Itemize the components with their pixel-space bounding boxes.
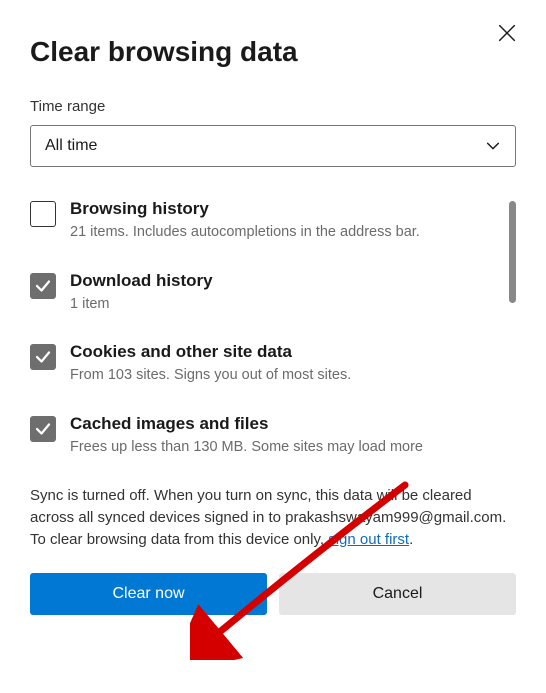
options-list: Browsing history 21 items. Includes auto… xyxy=(30,199,516,457)
checkbox-cached[interactable] xyxy=(30,416,56,442)
check-icon xyxy=(34,348,52,366)
option-title: Download history xyxy=(70,271,213,291)
option-desc: 1 item xyxy=(70,295,213,315)
sync-text: Sync is turned off. When you turn on syn… xyxy=(30,487,506,548)
option-cached: Cached images and files Frees up less th… xyxy=(30,414,498,458)
option-title: Cookies and other site data xyxy=(70,342,351,362)
option-title: Browsing history xyxy=(70,199,420,219)
option-title: Cached images and files xyxy=(70,414,423,434)
scrollbar-thumb[interactable] xyxy=(509,201,516,303)
checkbox-download-history[interactable] xyxy=(30,273,56,299)
checkbox-cookies[interactable] xyxy=(30,344,56,370)
button-row: Clear now Cancel xyxy=(30,573,516,615)
dialog-title: Clear browsing data xyxy=(30,36,516,68)
option-download-history: Download history 1 item xyxy=(30,271,498,315)
checkbox-browsing-history[interactable] xyxy=(30,201,56,227)
close-button[interactable] xyxy=(496,22,518,44)
close-icon xyxy=(496,22,518,44)
time-range-value: All time xyxy=(45,137,97,155)
option-browsing-history: Browsing history 21 items. Includes auto… xyxy=(30,199,498,243)
option-desc: From 103 sites. Signs you out of most si… xyxy=(70,366,351,386)
check-icon xyxy=(34,420,52,438)
option-cookies: Cookies and other site data From 103 sit… xyxy=(30,342,498,386)
option-desc: 21 items. Includes autocompletions in th… xyxy=(70,223,420,243)
time-range-label: Time range xyxy=(30,98,516,115)
sign-out-link[interactable]: sign out first xyxy=(328,531,409,548)
chevron-down-icon xyxy=(485,138,501,154)
sync-text-end: . xyxy=(409,531,413,548)
sync-message: Sync is turned off. When you turn on syn… xyxy=(30,485,516,550)
option-desc: Frees up less than 130 MB. Some sites ma… xyxy=(70,438,423,458)
cancel-button[interactable]: Cancel xyxy=(279,573,516,615)
check-icon xyxy=(34,277,52,295)
clear-now-button[interactable]: Clear now xyxy=(30,573,267,615)
time-range-select[interactable]: All time xyxy=(30,125,516,167)
